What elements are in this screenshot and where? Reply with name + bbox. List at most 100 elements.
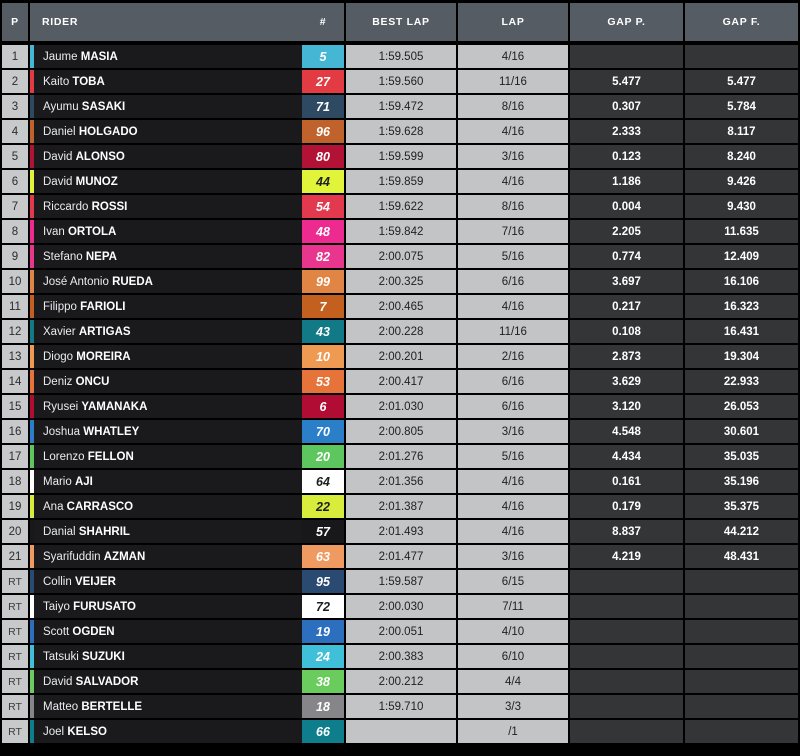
- rider-cell[interactable]: Ivan ORTOLÁ 48: [30, 220, 344, 243]
- rider-cell[interactable]: Mario AJI 64: [30, 470, 344, 493]
- best-lap-value: 2:00.051: [346, 620, 456, 643]
- table-row[interactable]: 18 Mario AJI 64 2:01.356 4/16 0.161 35.196: [0, 469, 800, 494]
- gap-previous-value: [570, 670, 683, 693]
- best-lap-value: 2:00.383: [346, 645, 456, 668]
- rider-cell[interactable]: Diogo MOREIRA 10: [30, 345, 344, 368]
- row-position: 1: [2, 45, 28, 68]
- rider-cell[interactable]: Lorenzo FELLON 20: [30, 445, 344, 468]
- rider-cell[interactable]: Jaume MASIA 5: [30, 45, 344, 68]
- table-row[interactable]: 10 José Antonio RUEDA 99 2:00.325 6/16 3.697 1…: [0, 269, 800, 294]
- table-row[interactable]: 3 Ayumu SASAKI 71 1:59.472 8/16 0.307 5.784: [0, 94, 800, 119]
- rider-name: Stefano NEPA: [34, 251, 302, 263]
- table-row[interactable]: 15 Ryusei YAMANAKA 6 2:01.030 6/16 3.120 26.05…: [0, 394, 800, 419]
- gap-first-value: [685, 620, 798, 643]
- rider-number-badge: 99: [302, 270, 344, 293]
- rider-number-badge: 6: [302, 395, 344, 418]
- rider-first-name: Tatsuki: [43, 650, 79, 663]
- rider-last-name: FURUSATO: [73, 600, 136, 613]
- rider-first-name: Stefano: [43, 250, 83, 263]
- table-row[interactable]: 11 Filippo FARIOLI 7 2:00.465 4/16 0.217 16.32…: [0, 294, 800, 319]
- table-row[interactable]: 12 Xavier ARTIGAS 43 2:00.228 11/16 0.108 16.4…: [0, 319, 800, 344]
- table-row[interactable]: 16 Joshua WHATLEY 70 2:00.805 3/16 4.548 30.60…: [0, 419, 800, 444]
- rider-cell[interactable]: Syarifuddin AZMAN 63: [30, 545, 344, 568]
- table-row[interactable]: 9 Stefano NEPA 82 2:00.075 5/16 0.774 12.409: [0, 244, 800, 269]
- rider-cell[interactable]: David MUÑOZ 44: [30, 170, 344, 193]
- gap-first-value: 48.431: [685, 545, 798, 568]
- rider-first-name: Ryusei: [43, 400, 79, 413]
- table-row[interactable]: RT Joel KELSO 66/1: [0, 719, 800, 744]
- table-row[interactable]: 1 Jaume MASIA 5 1:59.505 4/16: [0, 44, 800, 69]
- rider-cell[interactable]: Riccardo ROSSI 54: [30, 195, 344, 218]
- table-row[interactable]: 4 Daniel HOLGADO 96 1:59.628 4/16 2.333 8.117: [0, 119, 800, 144]
- table-row[interactable]: 6 David MUÑOZ 44 1:59.859 4/16 1.186 9.426: [0, 169, 800, 194]
- best-lap-value: 2:01.477: [346, 545, 456, 568]
- rider-first-name: Xavier: [43, 325, 76, 338]
- table-row[interactable]: RT Matteo BERTELLE 18 1:59.710 3/3: [0, 694, 800, 719]
- rider-cell[interactable]: David SALVADOR 38: [30, 670, 344, 693]
- rider-cell[interactable]: David ALONSO 80: [30, 145, 344, 168]
- rider-cell[interactable]: Danial SHAHRIL 57: [30, 520, 344, 543]
- rider-cell[interactable]: Joel KELSO 66: [30, 720, 344, 743]
- rider-name: Matteo BERTELLE: [34, 701, 302, 713]
- rider-cell[interactable]: Joshua WHATLEY 70: [30, 420, 344, 443]
- header-rider: RIDER: [30, 3, 302, 41]
- table-row[interactable]: 13 Diogo MOREIRA 10 2:00.201 2/16 2.873 19.304: [0, 344, 800, 369]
- rider-cell[interactable]: Collin VEIJER 95: [30, 570, 344, 593]
- rider-cell[interactable]: Matteo BERTELLE 18: [30, 695, 344, 718]
- rider-cell[interactable]: Ana CARRASCO 22: [30, 495, 344, 518]
- best-lap-value: 1:59.628: [346, 120, 456, 143]
- rider-name: Tatsuki SUZUKI: [34, 651, 302, 663]
- gap-first-value: [685, 670, 798, 693]
- rider-first-name: Mario: [43, 475, 72, 488]
- rider-number-badge: 38: [302, 670, 344, 693]
- rider-cell[interactable]: Ayumu SASAKI 71: [30, 95, 344, 118]
- rider-cell[interactable]: Ryusei YAMANAKA 6: [30, 395, 344, 418]
- rider-name: David ALONSO: [34, 151, 302, 163]
- table-row[interactable]: 17 Lorenzo FELLON 20 2:01.276 5/16 4.434 35.03…: [0, 444, 800, 469]
- rider-cell[interactable]: Stefano NEPA 82: [30, 245, 344, 268]
- gap-previous-value: [570, 720, 683, 743]
- table-row[interactable]: 8 Ivan ORTOLÁ 48 1:59.842 7/16 2.205 11.635: [0, 219, 800, 244]
- rider-cell[interactable]: Deniz ÖNCÜ 53: [30, 370, 344, 393]
- table-row[interactable]: 19 Ana CARRASCO 22 2:01.387 4/16 0.179 35.375: [0, 494, 800, 519]
- table-row[interactable]: RT Collin VEIJER 95 1:59.587 6/15: [0, 569, 800, 594]
- rider-cell[interactable]: Daniel HOLGADO 96: [30, 120, 344, 143]
- rider-cell[interactable]: Xavier ARTIGAS 43: [30, 320, 344, 343]
- gap-first-value: 22.933: [685, 370, 798, 393]
- rider-first-name: David: [43, 150, 73, 163]
- best-lap-value: 2:01.276: [346, 445, 456, 468]
- rider-last-name: ÖNCÜ: [75, 375, 110, 388]
- rider-cell[interactable]: Taiyo FURUSATO 72: [30, 595, 344, 618]
- table-row[interactable]: 2 Kaito TOBA 27 1:59.560 11/16 5.477 5.477: [0, 69, 800, 94]
- row-position: RT: [2, 570, 28, 593]
- table-row[interactable]: 14 Deniz ÖNCÜ 53 2:00.417 6/16 3.629 22.933: [0, 369, 800, 394]
- rider-cell[interactable]: Scott OGDEN 19: [30, 620, 344, 643]
- row-position: 2: [2, 70, 28, 93]
- rider-cell[interactable]: Filippo FARIOLI 7: [30, 295, 344, 318]
- table-row[interactable]: 7 Riccardo ROSSI 54 1:59.622 8/16 0.004 9.430: [0, 194, 800, 219]
- rider-first-name: Ana: [43, 500, 64, 513]
- gap-first-value: 9.430: [685, 195, 798, 218]
- table-row[interactable]: RT Taiyo FURUSATO 72 2:00.030 7/11: [0, 594, 800, 619]
- table-row[interactable]: RT Tatsuki SUZUKI 24 2:00.383 6/10: [0, 644, 800, 669]
- table-row[interactable]: 21 Syarifuddin AZMAN 63 2:01.477 3/16 4.219 48…: [0, 544, 800, 569]
- table-row[interactable]: RT Scott OGDEN 19 2:00.051 4/10: [0, 619, 800, 644]
- table-row[interactable]: 20 Danial SHAHRIL 57 2:01.493 4/16 8.837 44.21…: [0, 519, 800, 544]
- gap-previous-value: 0.161: [570, 470, 683, 493]
- table-row[interactable]: 5 David ALONSO 80 1:59.599 3/16 0.123 8.240: [0, 144, 800, 169]
- table-row[interactable]: RT David SALVADOR 38 2:00.212 4/4: [0, 669, 800, 694]
- rider-last-name: FARIOLI: [80, 300, 126, 313]
- gap-previous-value: 5.477: [570, 70, 683, 93]
- rider-last-name: FELLON: [87, 450, 134, 463]
- row-position: 19: [2, 495, 28, 518]
- lap-value: 4/16: [458, 170, 568, 193]
- rider-cell[interactable]: Tatsuki SUZUKI 24: [30, 645, 344, 668]
- row-position: 13: [2, 345, 28, 368]
- gap-previous-value: 4.434: [570, 445, 683, 468]
- rider-first-name: Joel: [43, 725, 65, 738]
- best-lap-value: 1:59.560: [346, 70, 456, 93]
- row-position: 20: [2, 520, 28, 543]
- rider-cell[interactable]: José Antonio RUEDA 99: [30, 270, 344, 293]
- rider-cell[interactable]: Kaito TOBA 27: [30, 70, 344, 93]
- gap-previous-value: 1.186: [570, 170, 683, 193]
